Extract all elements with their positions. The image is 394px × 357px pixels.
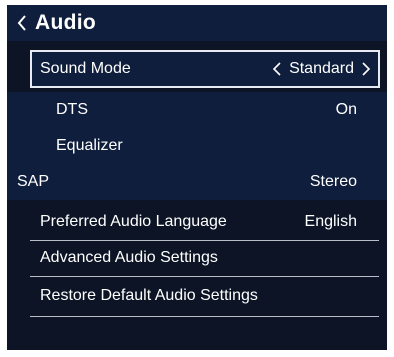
menu-item-equalizer[interactable]: Equalizer bbox=[7, 128, 387, 164]
menu-item-advanced-audio-settings[interactable]: Advanced Audio Settings bbox=[30, 240, 387, 277]
sound-mode-value: Standard bbox=[289, 60, 354, 77]
menu-item-sound-mode[interactable]: Sound Mode Standard bbox=[30, 50, 380, 88]
menu-item-restore-default-audio[interactable]: Restore Default Audio Settings bbox=[30, 276, 387, 317]
sound-mode-selector[interactable]: Standard bbox=[271, 60, 372, 78]
sound-mode-label: Sound Mode bbox=[40, 60, 131, 77]
page-title: Audio bbox=[35, 11, 96, 34]
chevron-left-glyph bbox=[272, 62, 281, 76]
preferred-language-label: Preferred Audio Language bbox=[40, 213, 227, 230]
restore-default-label: Restore Default Audio Settings bbox=[40, 287, 258, 304]
menu-item-dts[interactable]: DTS On bbox=[7, 92, 387, 128]
equalizer-label: Equalizer bbox=[56, 137, 123, 154]
preferred-language-value: English bbox=[304, 213, 357, 230]
chevron-left-icon[interactable] bbox=[13, 12, 31, 34]
chevron-right-glyph bbox=[362, 62, 371, 76]
audio-menu-screen: Audio Sound Mode Standard DTS On Equaliz… bbox=[7, 5, 387, 350]
menu-item-sap[interactable]: SAP Stereo bbox=[7, 164, 387, 200]
sap-label: SAP bbox=[17, 173, 50, 190]
dts-value: On bbox=[335, 101, 357, 118]
advanced-audio-label: Advanced Audio Settings bbox=[40, 249, 218, 266]
menu-item-preferred-audio-language[interactable]: Preferred Audio Language English bbox=[30, 204, 387, 241]
menu-header: Audio bbox=[7, 5, 387, 41]
chevron-left-icon-glyph bbox=[17, 15, 26, 31]
chevron-right-icon[interactable] bbox=[360, 60, 372, 78]
dts-label: DTS bbox=[56, 101, 88, 118]
sap-value: Stereo bbox=[309, 173, 357, 190]
audio-settings-list: Sound Mode Standard DTS On Equalizer SAP… bbox=[7, 50, 387, 317]
chevron-left-icon[interactable] bbox=[271, 60, 283, 78]
